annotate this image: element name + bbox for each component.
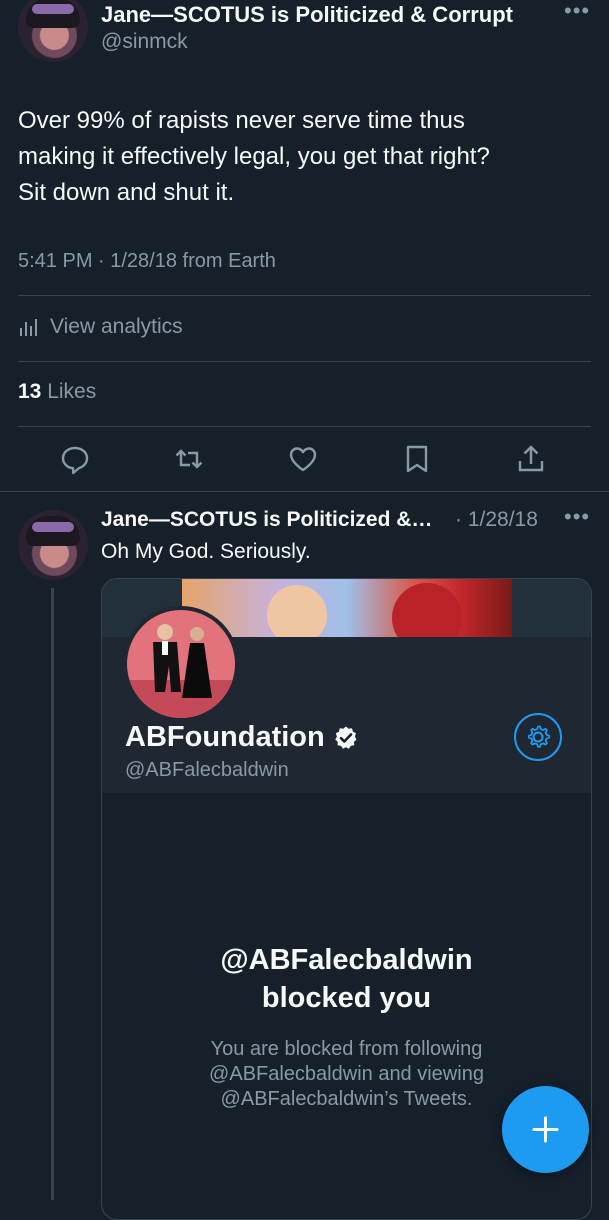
author-avatar[interactable]: [18, 0, 88, 62]
view-analytics-label: View analytics: [50, 315, 183, 338]
compose-plus-icon: [531, 1115, 560, 1144]
blocked-sub-line: @ABFalecbaldwin and viewing: [209, 1063, 484, 1085]
view-analytics-link[interactable]: View analytics: [18, 312, 183, 342]
profile-name: ABFoundation: [125, 721, 325, 753]
divider: [18, 295, 591, 296]
likes-stat[interactable]: 13 Likes: [18, 380, 96, 404]
settings-gear-icon[interactable]: [514, 713, 562, 761]
blocked-title-line: @ABFalecbaldwin: [220, 944, 473, 976]
divider: [18, 361, 591, 362]
author-display-name[interactable]: Jane—SCOTUS is Politicized & Corrupt: [101, 2, 513, 28]
section-divider: [0, 491, 609, 492]
blocked-sub-line: You are blocked from following: [210, 1038, 483, 1060]
divider: [18, 426, 591, 427]
compose-button[interactable]: [502, 1086, 589, 1173]
blocked-title: @ABFalecbaldwin blocked you: [102, 941, 591, 1017]
like-icon[interactable]: [286, 442, 320, 476]
tweet-timestamp[interactable]: 5:41 PM · 1/28/18 from Earth: [18, 250, 276, 273]
profile-header: ABFoundation @ABFalecbaldwin: [102, 606, 591, 793]
retweet-icon[interactable]: [172, 442, 206, 476]
more-options-icon[interactable]: •••: [564, 0, 590, 24]
thread-line: [51, 588, 54, 1200]
tweet-text-line: Over 99% of rapists never serve time thu…: [18, 107, 465, 134]
author-handle[interactable]: @sinmck: [101, 30, 188, 54]
reply-text: Oh My God. Seriously.: [101, 540, 311, 563]
share-icon[interactable]: [514, 442, 548, 476]
likes-count: 13: [18, 380, 42, 403]
bookmark-icon[interactable]: [400, 442, 434, 476]
reply-icon[interactable]: [58, 442, 92, 476]
analytics-icon: [18, 316, 40, 338]
tweet-text-line: Sit down and shut it.: [18, 179, 235, 206]
reply-author-name[interactable]: Jane—SCOTUS is Politicized &…: [101, 508, 432, 532]
blocked-title-line: blocked you: [261, 982, 432, 1014]
tweet-text-line: making it effectively legal, you get tha…: [18, 143, 490, 170]
tweet-text: Over 99% of rapists never serve time thu…: [18, 103, 490, 211]
likes-label: Likes: [47, 380, 97, 403]
profile-picture: [123, 606, 239, 722]
reply-more-options-icon[interactable]: •••: [564, 504, 590, 530]
reply-author-avatar[interactable]: [18, 510, 88, 580]
verified-badge-icon: [333, 725, 359, 751]
reply-date[interactable]: · 1/28/18: [455, 508, 538, 532]
profile-handle: @ABFalecbaldwin: [125, 759, 289, 781]
